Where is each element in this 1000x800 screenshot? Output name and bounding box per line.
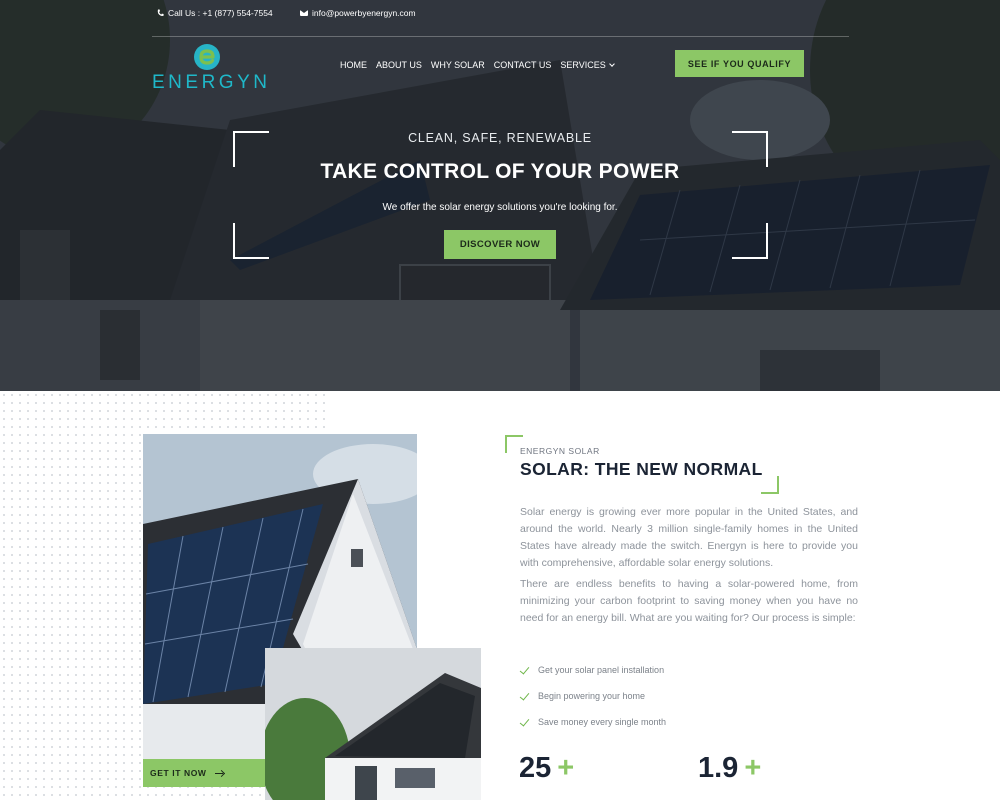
check-icon [520,692,529,701]
nav-item-services[interactable]: SERVICES [560,60,615,70]
phone-text: Call Us : +1 (877) 554-7554 [168,8,273,18]
about-paragraph: There are endless benefits to having a s… [520,578,858,624]
hero-kicker: CLEAN, SAFE, RENEWABLE [408,131,592,145]
section-title: SOLAR: THE NEW NORMAL [520,459,763,479]
checklist-item: Begin powering your home [520,683,666,709]
mail-icon [300,10,308,16]
stat-value: 1.9 [698,752,739,784]
logo-e-icon [194,44,220,70]
hero-section: Call Us : +1 (877) 554-7554 info@powerby… [0,0,1000,391]
main-nav: HOME ABOUT US WHY SOLAR CONTACT US SERVI… [340,60,615,70]
checklist-item: Get your solar panel installation [520,657,666,683]
email-text: info@powerbyenergyn.com [312,8,416,18]
check-icon [520,666,529,675]
hero-subtitle: We offer the solar energy solutions you'… [382,202,618,213]
discover-now-button[interactable]: DISCOVER NOW [444,230,556,259]
nav-item-services-label: SERVICES [560,60,606,70]
chevron-down-icon [608,61,615,67]
phone-icon [157,9,164,16]
checklist-item: Save money every single month [520,709,666,735]
checklist-text: Begin powering your home [538,691,646,701]
email-contact[interactable]: info@powerbyenergyn.com [300,8,416,18]
benefits-checklist: Get your solar panel installation Begin … [520,657,666,735]
frame-corner [732,223,768,259]
hero-title: TAKE CONTROL OF YOUR POWER [320,160,680,183]
site-logo[interactable]: ENERGYN [152,42,271,93]
check-icon [520,718,529,727]
section-eyebrow: ENERGYN SOLAR [520,446,600,456]
title-bracket-bottom-right [761,476,779,494]
arrow-right-icon [214,770,225,776]
topbar: Call Us : +1 (877) 554-7554 info@powerby… [157,8,416,18]
logo-wordmark: ENERGYN [152,72,271,93]
stat-value: 25 [519,752,552,784]
modern-house-illustration [265,648,481,800]
stat-suffix: + [744,752,762,784]
stat-counter: 1.9 + [698,752,761,785]
stat-counter: 25 + [519,752,574,785]
nav-item-contact-us[interactable]: CONTACT US [494,60,552,70]
about-paragraph: Solar energy is growing ever more popula… [520,506,858,569]
see-if-you-qualify-button[interactable]: SEE IF YOU QUALIFY [675,50,804,77]
nav-item-about-us[interactable]: ABOUT US [376,60,422,70]
get-it-now-label: GET IT NOW [150,768,207,778]
nav-item-home[interactable]: HOME [340,60,367,70]
nav-item-why-solar[interactable]: WHY SOLAR [431,60,485,70]
get-it-now-button[interactable]: GET IT NOW [143,759,265,787]
checklist-text: Get your solar panel installation [538,665,665,675]
stat-suffix: + [557,752,575,784]
header-divider [152,36,849,37]
frame-corner [233,223,269,259]
checklist-text: Save money every single month [538,717,667,727]
modern-house-photo [265,648,481,800]
phone-contact[interactable]: Call Us : +1 (877) 554-7554 [157,8,273,18]
